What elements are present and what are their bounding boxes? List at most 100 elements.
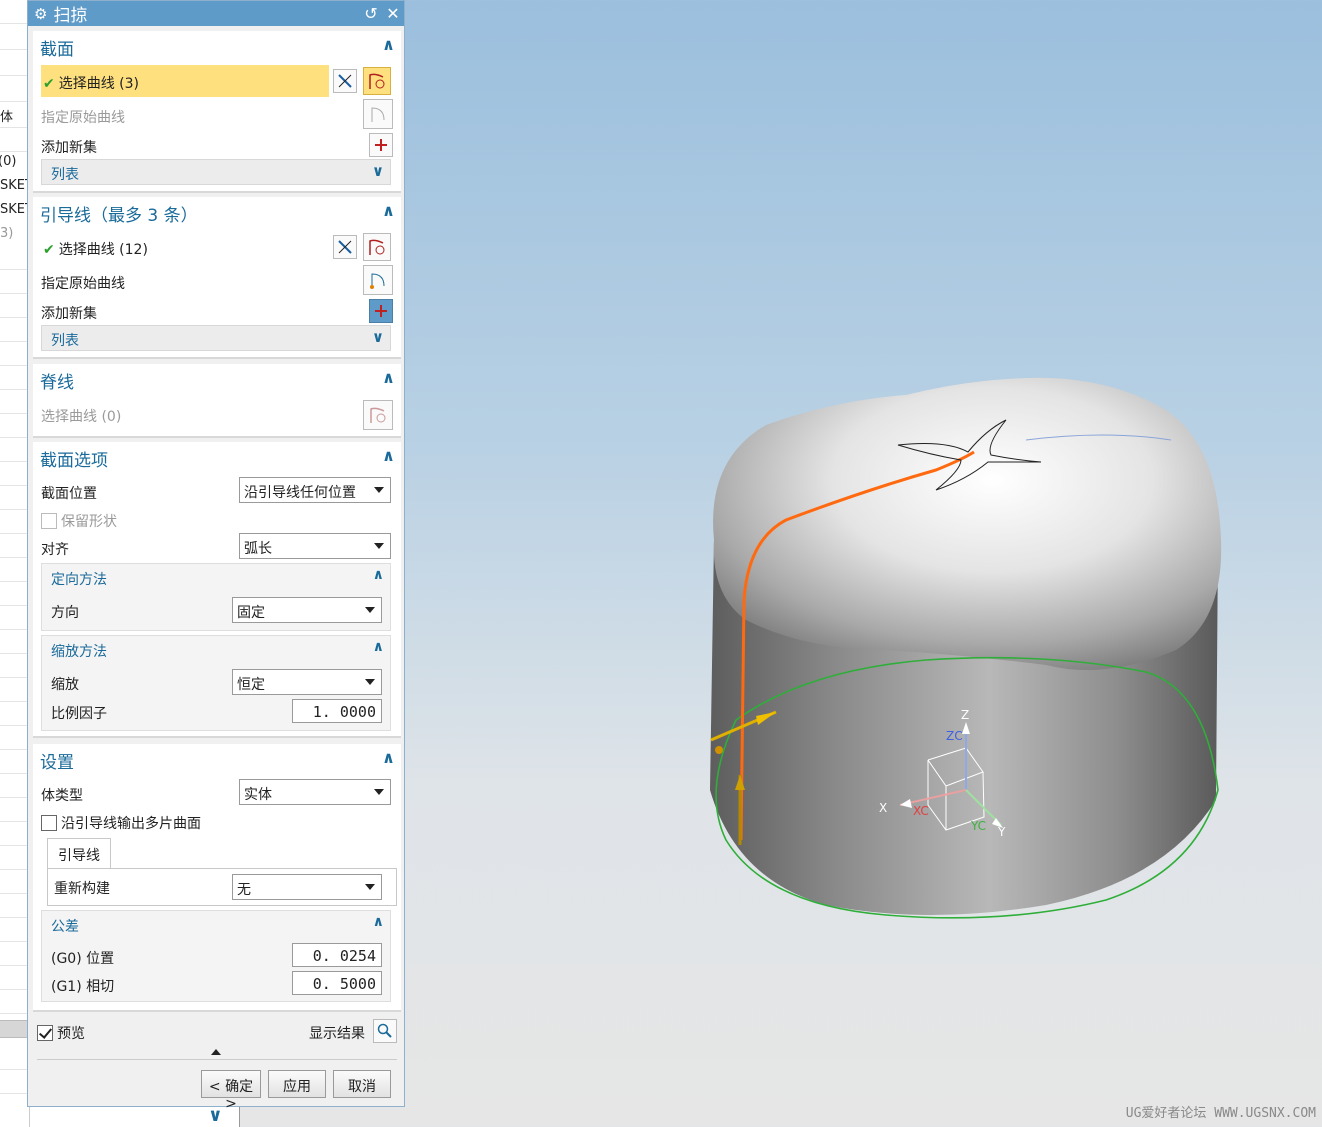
settings-group: 设置 ∧ 体类型 实体 沿引导线输出多片曲面 引导线 重新构建 无 公差 ∧ (…	[33, 744, 401, 1012]
add-set-icon[interactable]	[369, 133, 393, 157]
axis-label-z: Z	[961, 708, 969, 722]
axis-label-y: Y	[997, 825, 1006, 839]
preview-label: 预览	[57, 1026, 85, 1042]
chevron-up-icon[interactable]: ∧	[382, 35, 395, 54]
scale-factor-input[interactable]: 1. 0000	[292, 699, 382, 723]
orientation-title[interactable]: 定向方法	[51, 569, 107, 589]
direction-value: 固定	[237, 605, 265, 621]
chevron-up-icon[interactable]: ∧	[382, 446, 395, 465]
navigator-text: SKET	[0, 178, 30, 193]
direction-label: 方向	[51, 605, 79, 621]
collapse-arrow-icon[interactable]	[211, 1049, 221, 1055]
chevron-down-icon[interactable]: ∨	[372, 328, 384, 346]
add-set-icon[interactable]	[369, 299, 393, 323]
graphics-viewport[interactable]: Z ZC X XC YC Y	[406, 0, 1322, 1127]
section-options-group: 截面选项 ∧ 截面位置 沿引导线任何位置 保留形状 对齐 弧长 定向方法 ∧ 方…	[33, 442, 401, 738]
g1-label: (G1) 相切	[51, 979, 115, 995]
apply-button[interactable]: 应用	[268, 1070, 326, 1098]
axis-label-x: X	[879, 801, 887, 815]
guide-select-curve[interactable]: ✔ 选择曲线 (12)	[43, 239, 148, 259]
section-position-label: 截面位置	[41, 486, 97, 502]
tab-guide-body: 重新构建 无	[47, 868, 397, 906]
origin-curve-icon[interactable]	[363, 99, 393, 129]
dropdown-arrow-icon	[374, 543, 384, 549]
cancel-button[interactable]: 取消	[333, 1070, 391, 1098]
settings-title: 设置	[40, 753, 74, 773]
sweep-dialog: ⚙ 扫掠 ↺ ✕ 截面 ∧ ✔ 选择曲线 (3) 指定原始曲线 添加新集 列表 ∨…	[27, 0, 405, 1112]
close-icon[interactable]: ✕	[382, 4, 404, 23]
body-type-value: 实体	[244, 787, 272, 803]
spine-group-header[interactable]: 脊线 ∧	[33, 364, 401, 394]
chevron-up-icon[interactable]: ∧	[373, 914, 384, 930]
ok-button[interactable]: < 确定 >	[201, 1070, 261, 1112]
model-view: Z ZC X XC YC Y	[710, 377, 1222, 919]
guide-group-header[interactable]: 引导线（最多 3 条） ∧	[33, 197, 401, 227]
dialog-titlebar[interactable]: ⚙ 扫掠 ↺ ✕	[28, 1, 404, 26]
align-label: 对齐	[41, 542, 69, 558]
navigator-bottom: ∨	[30, 1105, 240, 1127]
curve-rule-icon[interactable]	[363, 67, 391, 95]
curve-rule-icon[interactable]	[363, 233, 391, 261]
section-position-dropdown[interactable]: 沿引导线任何位置	[239, 477, 391, 503]
settings-header[interactable]: 设置 ∧	[33, 744, 401, 774]
reset-icon[interactable]: ↺	[360, 4, 382, 23]
preview-checkbox[interactable]: 预览	[37, 1023, 85, 1043]
chevron-down-icon[interactable]: ∨	[372, 162, 384, 180]
chevron-down-icon[interactable]: ∨	[208, 1105, 223, 1126]
scaling-title[interactable]: 缩放方法	[51, 641, 107, 661]
chevron-up-icon[interactable]: ∧	[382, 201, 395, 220]
multi-face-checkbox[interactable]: 沿引导线输出多片曲面	[41, 813, 201, 833]
reverse-direction-icon[interactable]	[333, 69, 357, 93]
navigator-text: 3)	[0, 226, 14, 241]
g1-input[interactable]: 0. 5000	[292, 971, 382, 995]
orientation-subgroup: 定向方法 ∧ 方向 固定	[41, 563, 391, 631]
tab-guide[interactable]: 引导线	[47, 838, 111, 868]
checkbox-checked-icon[interactable]	[37, 1025, 53, 1041]
dropdown-arrow-icon	[374, 789, 384, 795]
g0-input[interactable]: 0. 0254	[292, 943, 382, 967]
align-dropdown[interactable]: 弧长	[239, 533, 391, 559]
magnifier-icon[interactable]	[373, 1019, 397, 1043]
scale-factor-label: 比例因子	[51, 706, 107, 722]
rebuild-dropdown[interactable]: 无	[232, 874, 382, 900]
check-icon: ✔	[43, 76, 55, 92]
body-type-dropdown[interactable]: 实体	[239, 779, 391, 805]
scaling-dropdown[interactable]: 恒定	[232, 669, 382, 695]
tolerance-title[interactable]: 公差	[51, 916, 79, 936]
guide-list-label: 列表	[51, 333, 79, 349]
axis-label-yc: YC	[970, 819, 986, 833]
show-result-label: 显示结果	[309, 1026, 365, 1042]
section-specify-origin: 指定原始曲线	[41, 110, 125, 126]
reverse-direction-icon[interactable]	[333, 235, 357, 259]
guide-group: 引导线（最多 3 条） ∧ ✔ 选择曲线 (12) 指定原始曲线 添加新集 列表 …	[33, 197, 401, 359]
navigator-scrollbar[interactable]	[0, 1020, 29, 1038]
section-select-curve-label: 选择曲线 (3)	[58, 76, 140, 92]
chevron-up-icon[interactable]: ∧	[382, 368, 395, 387]
section-list-toggle[interactable]: 列表 ∨	[41, 159, 391, 185]
section-select-curve[interactable]: ✔ 选择曲线 (3)	[43, 73, 139, 93]
gear-icon[interactable]: ⚙	[34, 5, 47, 23]
dropdown-arrow-icon	[365, 607, 375, 613]
direction-dropdown[interactable]: 固定	[232, 597, 382, 623]
chevron-up-icon[interactable]: ∧	[373, 639, 384, 655]
scaling-label: 缩放	[51, 677, 79, 693]
origin-curve-icon[interactable]	[363, 265, 393, 295]
curve-rule-icon[interactable]	[363, 400, 393, 430]
guide-list-toggle[interactable]: 列表 ∨	[41, 325, 391, 351]
spine-select-curve: 选择曲线 (0)	[41, 409, 122, 425]
preserve-shape-checkbox: 保留形状	[41, 511, 117, 531]
checkbox-icon[interactable]	[41, 815, 57, 831]
dropdown-arrow-icon	[365, 884, 375, 890]
align-value: 弧长	[244, 541, 272, 557]
part-navigator-strip: 体 (0) SKET SKET 3)	[0, 0, 30, 1127]
section-group: 截面 ∧ ✔ 选择曲线 (3) 指定原始曲线 添加新集 列表 ∨	[33, 31, 401, 193]
guide-select-curve-label: 选择曲线 (12)	[58, 242, 148, 258]
rebuild-label: 重新构建	[54, 881, 110, 897]
chevron-up-icon[interactable]: ∧	[373, 567, 384, 583]
section-group-header[interactable]: 截面 ∧	[33, 31, 401, 61]
dropdown-arrow-icon	[374, 487, 384, 493]
section-options-header[interactable]: 截面选项 ∧	[33, 442, 401, 472]
navigator-text: (0)	[0, 154, 17, 169]
section-position-value: 沿引导线任何位置	[244, 485, 356, 501]
chevron-up-icon[interactable]: ∧	[382, 748, 395, 767]
